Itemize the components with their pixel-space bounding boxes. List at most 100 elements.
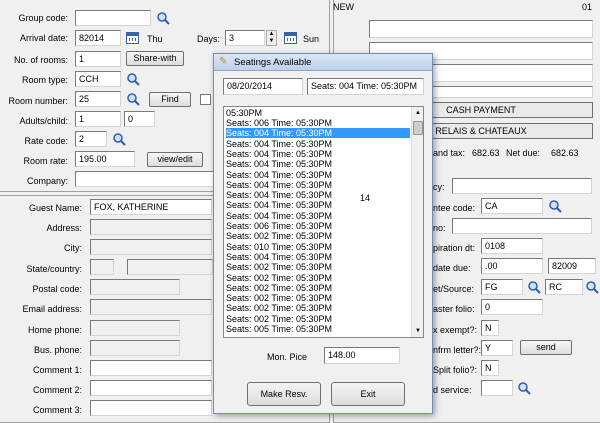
- tax-exempt-label: x exempt?:: [433, 325, 478, 335]
- calendar-icon[interactable]: [284, 32, 297, 44]
- room-number-input[interactable]: 25: [75, 91, 121, 107]
- address-label: Address:: [46, 223, 82, 233]
- service-input[interactable]: [481, 380, 513, 396]
- bus-phone-label: Bus. phone:: [33, 345, 82, 355]
- exit-button[interactable]: Exit: [331, 382, 405, 406]
- comment1-label: Comment 1:: [32, 365, 82, 375]
- tax-exempt-input[interactable]: N: [481, 320, 499, 336]
- room-rate-input[interactable]: 195.00: [75, 151, 135, 167]
- list-item[interactable]: Seats: 004 Time: 05:30PM: [226, 190, 406, 200]
- guest-name-input[interactable]: FOX, KATHERINE: [90, 199, 212, 215]
- expiration-label: piration dt:: [433, 243, 476, 253]
- send-button[interactable]: send: [520, 340, 572, 355]
- list-item[interactable]: Seats: 004 Time: 05:30PM: [226, 252, 406, 262]
- list-item[interactable]: Seats: 004 Time: 05:30PM: [226, 159, 406, 169]
- search-icon[interactable]: [517, 381, 531, 395]
- guarantee-input[interactable]: CA: [481, 198, 543, 214]
- list-item[interactable]: Seats: 004 Time: 05:30PM: [226, 211, 406, 221]
- list-item[interactable]: Seats: 002 Time: 05:30PM: [226, 303, 406, 313]
- search-icon[interactable]: [548, 199, 562, 213]
- seating-date-input[interactable]: 08/20/2014: [223, 78, 303, 95]
- scroll-down-arrow[interactable]: ▼: [413, 326, 423, 336]
- rate-code-input[interactable]: 2: [75, 131, 107, 147]
- search-icon[interactable]: [126, 92, 140, 106]
- master-folio-input[interactable]: 0: [481, 299, 543, 315]
- date-due-label: date due:: [433, 263, 471, 273]
- list-item[interactable]: Seats: 004 Time: 05:30PM: [226, 180, 406, 190]
- calendar-icon[interactable]: [126, 32, 139, 44]
- list-item[interactable]: Seats: 002 Time: 05:30PM: [226, 283, 406, 293]
- confirm-letter-input[interactable]: Y: [481, 340, 513, 356]
- mon-price-label: Mon. Pice: [267, 352, 308, 362]
- list-item[interactable]: Seats: 002 Time: 05:30PM: [226, 273, 406, 283]
- expiration-input[interactable]: 0108: [481, 238, 543, 254]
- list-item[interactable]: Seats: 002 Time: 05:30PM: [226, 262, 406, 272]
- card-number-input[interactable]: [452, 218, 592, 234]
- rooms-input[interactable]: 1: [75, 51, 121, 67]
- address-input[interactable]: [90, 219, 212, 235]
- seatings-dialog: ✎ Seatings Available 08/20/2014 Seats: 0…: [213, 53, 433, 414]
- tax-value: 682.63: [472, 148, 500, 158]
- deposit-amount-input[interactable]: .00: [481, 258, 543, 274]
- country-input[interactable]: [127, 259, 213, 275]
- email-input[interactable]: [90, 299, 212, 315]
- state-input[interactable]: [90, 259, 114, 275]
- mon-price-input[interactable]: 148.00: [324, 347, 400, 364]
- agency-label: cy:: [433, 182, 445, 192]
- list-item[interactable]: Seats: 005 Time: 05:30PM: [226, 324, 406, 334]
- room-type-input[interactable]: CCH: [75, 71, 121, 87]
- view-edit-button[interactable]: view/edit: [147, 152, 203, 167]
- list-item[interactable]: Seats: 002 Time: 05:30PM: [226, 293, 406, 303]
- comment3-label: Comment 3:: [32, 405, 82, 415]
- search-icon[interactable]: [585, 280, 599, 294]
- scroll-up-arrow[interactable]: ▲: [413, 108, 423, 118]
- seatings-list[interactable]: 05:30PM Seats: 006 Time: 05:30PM Seats: 0…: [223, 106, 424, 338]
- search-icon[interactable]: [112, 132, 126, 146]
- right-field-1[interactable]: [369, 20, 593, 38]
- room-checkbox[interactable]: [200, 94, 211, 105]
- adults-input[interactable]: 1: [75, 111, 121, 127]
- list-item[interactable]: Seats: 004 Time: 05:30PM: [226, 128, 410, 139]
- date-due-input[interactable]: 82009: [548, 258, 596, 274]
- postal-input[interactable]: [90, 279, 180, 295]
- comment1-input[interactable]: [90, 360, 212, 376]
- find-button[interactable]: Find: [149, 92, 191, 107]
- list-item[interactable]: Seats: 004 Time: 05:30PM: [226, 170, 406, 180]
- source-input[interactable]: FG: [481, 279, 523, 295]
- scroll-thumb[interactable]: [413, 121, 423, 135]
- agency-input[interactable]: [452, 178, 592, 194]
- group-code-input[interactable]: [75, 10, 151, 26]
- guarantee-label: ntee code:: [433, 203, 476, 213]
- children-input[interactable]: 0: [124, 111, 155, 127]
- days-spinner[interactable]: ▲ ▼: [266, 30, 277, 46]
- list-item[interactable]: Seats: 004 Time: 05:30PM: [226, 200, 406, 210]
- dialog-title-bar[interactable]: ✎ Seatings Available: [214, 54, 432, 71]
- source-input-2[interactable]: RC: [545, 279, 583, 295]
- list-item[interactable]: Seats: 004 Time: 05:30PM: [226, 139, 406, 149]
- service-label: d service:: [433, 385, 472, 395]
- search-icon[interactable]: [126, 72, 140, 86]
- arrival-date-input[interactable]: 82014: [75, 30, 121, 46]
- list-item[interactable]: Seats: 002 Time: 05:30PM: [226, 314, 406, 324]
- days-input[interactable]: 3: [225, 30, 265, 46]
- search-icon[interactable]: [156, 11, 170, 25]
- seating-summary-input[interactable]: Seats: 004 Time: 05:30PM: [307, 78, 424, 95]
- comment3-input[interactable]: [90, 400, 212, 416]
- list-item[interactable]: Seats: 006 Time: 05:30PM: [226, 221, 406, 231]
- city-input[interactable]: [90, 239, 212, 255]
- list-item[interactable]: Seats: 004 Time: 05:30PM: [226, 149, 406, 159]
- list-item[interactable]: Seats: 006 Time: 05:30PM: [226, 118, 406, 128]
- status-label: NEW: [333, 2, 354, 12]
- home-phone-input[interactable]: [90, 320, 180, 336]
- list-item[interactable]: Seats: 010 Time: 05:30PM: [226, 242, 406, 252]
- split-folio-input[interactable]: N: [481, 360, 499, 376]
- share-with-button[interactable]: Share-with: [126, 51, 184, 66]
- company-label: Company:: [26, 176, 68, 186]
- bus-phone-input[interactable]: [90, 340, 180, 356]
- comment2-input[interactable]: [90, 380, 212, 396]
- list-item[interactable]: Seats: 002 Time: 05:30PM: [226, 231, 406, 241]
- company-input[interactable]: [75, 171, 215, 187]
- search-icon[interactable]: [527, 280, 541, 294]
- make-reservation-button[interactable]: Make Resv.: [247, 382, 321, 406]
- list-scrollbar[interactable]: ▲ ▼: [411, 107, 423, 337]
